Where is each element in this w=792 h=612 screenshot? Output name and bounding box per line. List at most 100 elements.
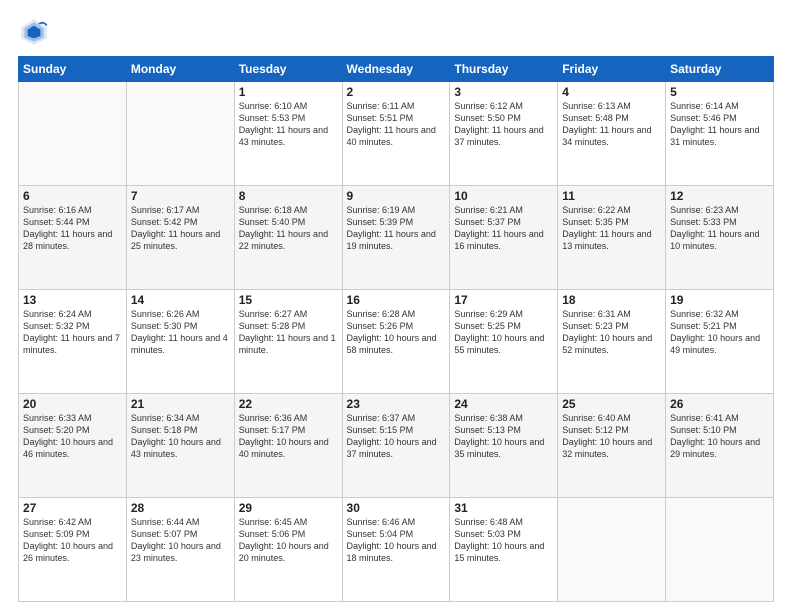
cell-info: Sunrise: 6:26 AMSunset: 5:30 PMDaylight:… bbox=[131, 308, 230, 357]
day-number: 30 bbox=[347, 501, 446, 515]
weekday-header-sunday: Sunday bbox=[19, 57, 127, 82]
cell-info: Sunrise: 6:37 AMSunset: 5:15 PMDaylight:… bbox=[347, 412, 446, 461]
calendar-cell: 30Sunrise: 6:46 AMSunset: 5:04 PMDayligh… bbox=[342, 498, 450, 602]
calendar-cell: 16Sunrise: 6:28 AMSunset: 5:26 PMDayligh… bbox=[342, 290, 450, 394]
day-number: 7 bbox=[131, 189, 230, 203]
day-number: 22 bbox=[239, 397, 338, 411]
cell-info: Sunrise: 6:19 AMSunset: 5:39 PMDaylight:… bbox=[347, 204, 446, 253]
cell-info: Sunrise: 6:29 AMSunset: 5:25 PMDaylight:… bbox=[454, 308, 553, 357]
day-number: 19 bbox=[670, 293, 769, 307]
cell-info: Sunrise: 6:12 AMSunset: 5:50 PMDaylight:… bbox=[454, 100, 553, 149]
day-number: 25 bbox=[562, 397, 661, 411]
weekday-header-thursday: Thursday bbox=[450, 57, 558, 82]
calendar-cell: 9Sunrise: 6:19 AMSunset: 5:39 PMDaylight… bbox=[342, 186, 450, 290]
week-row-2: 6Sunrise: 6:16 AMSunset: 5:44 PMDaylight… bbox=[19, 186, 774, 290]
cell-info: Sunrise: 6:42 AMSunset: 5:09 PMDaylight:… bbox=[23, 516, 122, 565]
calendar-cell: 8Sunrise: 6:18 AMSunset: 5:40 PMDaylight… bbox=[234, 186, 342, 290]
logo-icon bbox=[18, 16, 50, 48]
day-number: 15 bbox=[239, 293, 338, 307]
calendar-cell: 15Sunrise: 6:27 AMSunset: 5:28 PMDayligh… bbox=[234, 290, 342, 394]
calendar-table: SundayMondayTuesdayWednesdayThursdayFrid… bbox=[18, 56, 774, 602]
cell-info: Sunrise: 6:40 AMSunset: 5:12 PMDaylight:… bbox=[562, 412, 661, 461]
cell-info: Sunrise: 6:22 AMSunset: 5:35 PMDaylight:… bbox=[562, 204, 661, 253]
weekday-header-saturday: Saturday bbox=[666, 57, 774, 82]
weekday-header-wednesday: Wednesday bbox=[342, 57, 450, 82]
weekday-header-tuesday: Tuesday bbox=[234, 57, 342, 82]
day-number: 8 bbox=[239, 189, 338, 203]
cell-info: Sunrise: 6:36 AMSunset: 5:17 PMDaylight:… bbox=[239, 412, 338, 461]
day-number: 11 bbox=[562, 189, 661, 203]
week-row-1: 1Sunrise: 6:10 AMSunset: 5:53 PMDaylight… bbox=[19, 82, 774, 186]
cell-info: Sunrise: 6:10 AMSunset: 5:53 PMDaylight:… bbox=[239, 100, 338, 149]
cell-info: Sunrise: 6:34 AMSunset: 5:18 PMDaylight:… bbox=[131, 412, 230, 461]
cell-info: Sunrise: 6:21 AMSunset: 5:37 PMDaylight:… bbox=[454, 204, 553, 253]
calendar-cell: 19Sunrise: 6:32 AMSunset: 5:21 PMDayligh… bbox=[666, 290, 774, 394]
calendar-cell: 17Sunrise: 6:29 AMSunset: 5:25 PMDayligh… bbox=[450, 290, 558, 394]
header bbox=[18, 16, 774, 48]
calendar-cell: 26Sunrise: 6:41 AMSunset: 5:10 PMDayligh… bbox=[666, 394, 774, 498]
week-row-3: 13Sunrise: 6:24 AMSunset: 5:32 PMDayligh… bbox=[19, 290, 774, 394]
cell-info: Sunrise: 6:32 AMSunset: 5:21 PMDaylight:… bbox=[670, 308, 769, 357]
calendar-cell: 13Sunrise: 6:24 AMSunset: 5:32 PMDayligh… bbox=[19, 290, 127, 394]
day-number: 13 bbox=[23, 293, 122, 307]
cell-info: Sunrise: 6:14 AMSunset: 5:46 PMDaylight:… bbox=[670, 100, 769, 149]
cell-info: Sunrise: 6:41 AMSunset: 5:10 PMDaylight:… bbox=[670, 412, 769, 461]
cell-info: Sunrise: 6:16 AMSunset: 5:44 PMDaylight:… bbox=[23, 204, 122, 253]
calendar-cell: 7Sunrise: 6:17 AMSunset: 5:42 PMDaylight… bbox=[126, 186, 234, 290]
day-number: 28 bbox=[131, 501, 230, 515]
cell-info: Sunrise: 6:48 AMSunset: 5:03 PMDaylight:… bbox=[454, 516, 553, 565]
calendar-cell bbox=[666, 498, 774, 602]
calendar-cell: 28Sunrise: 6:44 AMSunset: 5:07 PMDayligh… bbox=[126, 498, 234, 602]
calendar-cell: 22Sunrise: 6:36 AMSunset: 5:17 PMDayligh… bbox=[234, 394, 342, 498]
cell-info: Sunrise: 6:45 AMSunset: 5:06 PMDaylight:… bbox=[239, 516, 338, 565]
day-number: 4 bbox=[562, 85, 661, 99]
day-number: 10 bbox=[454, 189, 553, 203]
calendar-cell: 29Sunrise: 6:45 AMSunset: 5:06 PMDayligh… bbox=[234, 498, 342, 602]
day-number: 17 bbox=[454, 293, 553, 307]
calendar-cell: 3Sunrise: 6:12 AMSunset: 5:50 PMDaylight… bbox=[450, 82, 558, 186]
day-number: 1 bbox=[239, 85, 338, 99]
calendar-cell: 18Sunrise: 6:31 AMSunset: 5:23 PMDayligh… bbox=[558, 290, 666, 394]
cell-info: Sunrise: 6:13 AMSunset: 5:48 PMDaylight:… bbox=[562, 100, 661, 149]
day-number: 14 bbox=[131, 293, 230, 307]
logo bbox=[18, 16, 56, 48]
calendar-cell bbox=[126, 82, 234, 186]
cell-info: Sunrise: 6:46 AMSunset: 5:04 PMDaylight:… bbox=[347, 516, 446, 565]
day-number: 18 bbox=[562, 293, 661, 307]
day-number: 23 bbox=[347, 397, 446, 411]
weekday-header-friday: Friday bbox=[558, 57, 666, 82]
calendar-cell: 25Sunrise: 6:40 AMSunset: 5:12 PMDayligh… bbox=[558, 394, 666, 498]
calendar-cell: 20Sunrise: 6:33 AMSunset: 5:20 PMDayligh… bbox=[19, 394, 127, 498]
calendar-cell: 23Sunrise: 6:37 AMSunset: 5:15 PMDayligh… bbox=[342, 394, 450, 498]
day-number: 31 bbox=[454, 501, 553, 515]
cell-info: Sunrise: 6:24 AMSunset: 5:32 PMDaylight:… bbox=[23, 308, 122, 357]
calendar-cell: 24Sunrise: 6:38 AMSunset: 5:13 PMDayligh… bbox=[450, 394, 558, 498]
day-number: 9 bbox=[347, 189, 446, 203]
day-number: 24 bbox=[454, 397, 553, 411]
calendar-cell: 27Sunrise: 6:42 AMSunset: 5:09 PMDayligh… bbox=[19, 498, 127, 602]
cell-info: Sunrise: 6:33 AMSunset: 5:20 PMDaylight:… bbox=[23, 412, 122, 461]
calendar-cell: 31Sunrise: 6:48 AMSunset: 5:03 PMDayligh… bbox=[450, 498, 558, 602]
calendar-cell: 6Sunrise: 6:16 AMSunset: 5:44 PMDaylight… bbox=[19, 186, 127, 290]
weekday-header-row: SundayMondayTuesdayWednesdayThursdayFrid… bbox=[19, 57, 774, 82]
day-number: 21 bbox=[131, 397, 230, 411]
weekday-header-monday: Monday bbox=[126, 57, 234, 82]
calendar-cell: 4Sunrise: 6:13 AMSunset: 5:48 PMDaylight… bbox=[558, 82, 666, 186]
cell-info: Sunrise: 6:23 AMSunset: 5:33 PMDaylight:… bbox=[670, 204, 769, 253]
cell-info: Sunrise: 6:27 AMSunset: 5:28 PMDaylight:… bbox=[239, 308, 338, 357]
calendar-cell: 21Sunrise: 6:34 AMSunset: 5:18 PMDayligh… bbox=[126, 394, 234, 498]
calendar-cell: 10Sunrise: 6:21 AMSunset: 5:37 PMDayligh… bbox=[450, 186, 558, 290]
cell-info: Sunrise: 6:31 AMSunset: 5:23 PMDaylight:… bbox=[562, 308, 661, 357]
cell-info: Sunrise: 6:28 AMSunset: 5:26 PMDaylight:… bbox=[347, 308, 446, 357]
day-number: 27 bbox=[23, 501, 122, 515]
cell-info: Sunrise: 6:44 AMSunset: 5:07 PMDaylight:… bbox=[131, 516, 230, 565]
day-number: 29 bbox=[239, 501, 338, 515]
calendar-cell: 12Sunrise: 6:23 AMSunset: 5:33 PMDayligh… bbox=[666, 186, 774, 290]
day-number: 5 bbox=[670, 85, 769, 99]
day-number: 3 bbox=[454, 85, 553, 99]
cell-info: Sunrise: 6:38 AMSunset: 5:13 PMDaylight:… bbox=[454, 412, 553, 461]
day-number: 12 bbox=[670, 189, 769, 203]
calendar-cell: 11Sunrise: 6:22 AMSunset: 5:35 PMDayligh… bbox=[558, 186, 666, 290]
cell-info: Sunrise: 6:17 AMSunset: 5:42 PMDaylight:… bbox=[131, 204, 230, 253]
calendar-cell bbox=[558, 498, 666, 602]
